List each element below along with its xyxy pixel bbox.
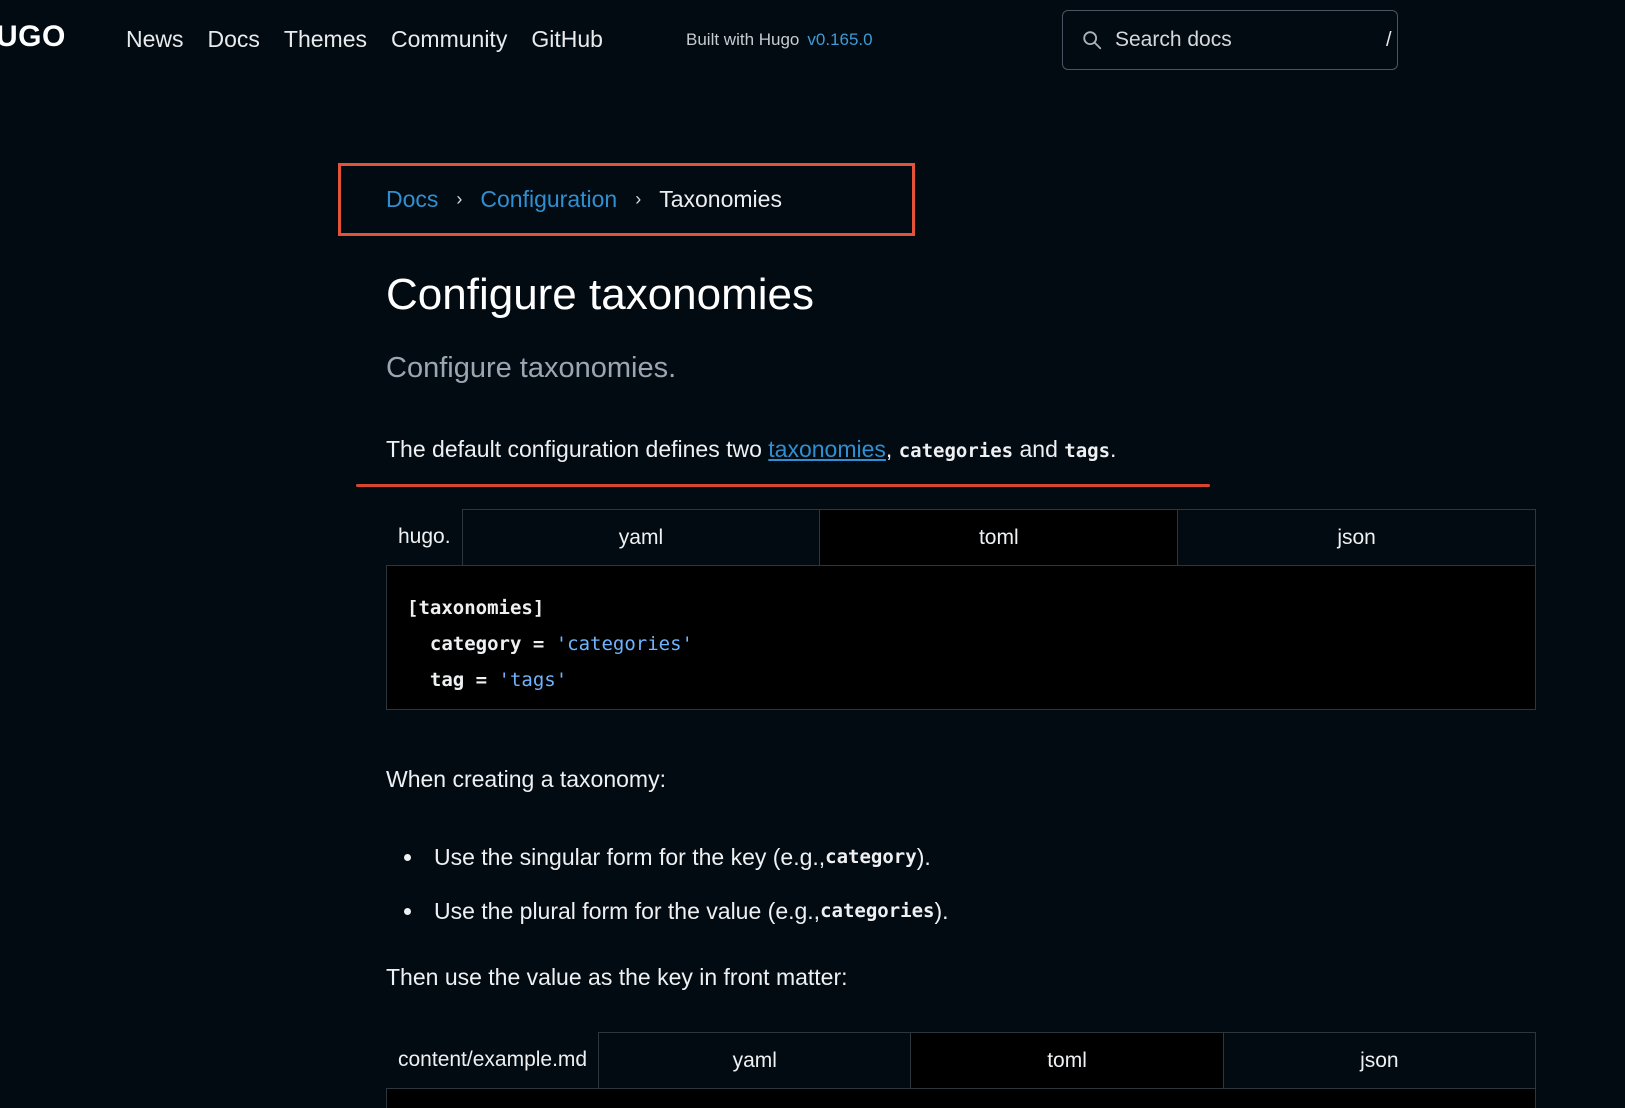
tab-yaml[interactable]: yaml [461, 509, 821, 565]
red-underline-annotation [356, 484, 1210, 487]
code-block-front-matter [386, 1088, 1536, 1108]
bullet-list: Use the singular form for the key (e.g.,… [386, 830, 949, 938]
breadcrumb-current: Taxonomies [659, 186, 782, 212]
tab-toml[interactable]: toml [819, 509, 1179, 565]
tab-json[interactable]: json [1222, 1032, 1536, 1088]
nav-themes[interactable]: Themes [284, 26, 367, 53]
nav-community[interactable]: Community [391, 26, 507, 53]
search-box[interactable]: / [1062, 10, 1398, 70]
codetabs-front-matter: content/example.md yaml toml json [386, 1032, 1536, 1088]
when-creating-paragraph: When creating a taxonomy: [386, 766, 666, 792]
intro-paragraph: The default configuration defines two ta… [386, 436, 1117, 462]
search-shortcut-hint: / [1386, 28, 1392, 51]
page: UGO News Docs Themes Community GitHub Bu… [0, 0, 1625, 1108]
hugo-logo[interactable]: UGO [0, 20, 66, 54]
nav-github[interactable]: GitHub [531, 26, 603, 53]
chevron-right-icon: › [456, 189, 463, 209]
breadcrumb: Docs › Configuration › Taxonomies [386, 186, 782, 213]
built-with-label: Built with Hugo [686, 30, 800, 49]
tab-toml[interactable]: toml [910, 1032, 1224, 1088]
codetabs-filename: hugo. [398, 525, 451, 548]
inline-code-tags: tags [1064, 440, 1111, 462]
tab-yaml[interactable]: yaml [598, 1032, 912, 1088]
nav-news[interactable]: News [126, 26, 184, 53]
page-lead: Configure taxonomies. [386, 352, 677, 384]
inline-code-categories: categories [898, 440, 1014, 462]
list-item: Use the plural form for the value (e.g.,… [386, 884, 949, 938]
taxonomies-link[interactable]: taxonomies [768, 436, 886, 462]
code-block-toml: [taxonomies] category = 'categories' tag… [386, 565, 1536, 710]
breadcrumb-docs[interactable]: Docs [386, 186, 438, 213]
tab-json[interactable]: json [1177, 509, 1536, 565]
nav-docs[interactable]: Docs [208, 26, 260, 53]
top-nav: News Docs Themes Community GitHub [126, 26, 603, 53]
codetabs-filename: content/example.md [398, 1048, 588, 1071]
built-with-text: Built with Hugo v0.165.0 [686, 30, 873, 50]
breadcrumb-configuration[interactable]: Configuration [480, 186, 617, 213]
version-link[interactable]: v0.165.0 [807, 30, 872, 49]
page-title: Configure taxonomies [386, 270, 815, 319]
codetabs-hugo-config: hugo. yaml toml json [386, 509, 1536, 565]
code-line: [taxonomies] [407, 597, 545, 619]
then-use-paragraph: Then use the value as the key in front m… [386, 964, 848, 990]
search-input[interactable] [1115, 28, 1386, 52]
search-icon [1083, 31, 1102, 50]
code-line: category = 'categories' [407, 633, 693, 655]
chevron-right-icon: › [635, 189, 642, 209]
list-item: Use the singular form for the key (e.g.,… [386, 830, 949, 884]
code-line: tag = 'tags' [407, 669, 568, 691]
